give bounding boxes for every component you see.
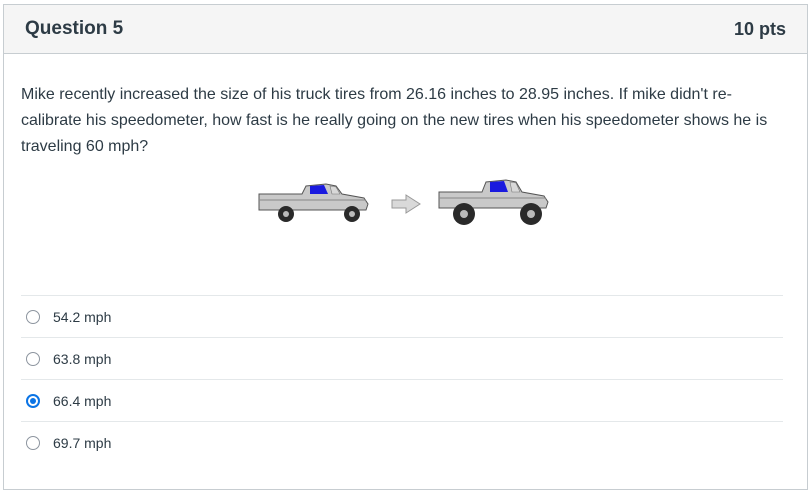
answer-label: 69.7 mph — [53, 434, 112, 451]
answer-list: 54.2 mph 63.8 mph 66.4 mph 69.7 mph — [21, 295, 783, 463]
radio-button[interactable] — [26, 393, 40, 408]
question-title: Question 5 — [25, 18, 124, 39]
answer-option[interactable]: 63.8 mph — [21, 337, 783, 379]
question-image — [258, 179, 549, 225]
arrow-right-icon — [391, 194, 421, 214]
question-text: Mike recently increased the size of his … — [21, 86, 768, 155]
answer-label: 54.2 mph — [53, 308, 112, 325]
radio-button[interactable] — [26, 309, 40, 324]
answer-option[interactable]: 69.7 mph — [21, 421, 783, 463]
lifted-truck-icon — [438, 179, 549, 225]
answer-label: 63.8 mph — [53, 350, 112, 367]
answer-label: 66.4 mph — [53, 392, 112, 409]
question-points: 10 pts — [733, 18, 786, 39]
answer-option[interactable]: 54.2 mph — [21, 295, 783, 337]
truck-icon — [258, 183, 369, 222]
question-header: Question 5 10 pts — [4, 5, 807, 54]
answer-option[interactable]: 66.4 mph — [21, 379, 783, 421]
radio-button[interactable] — [26, 435, 40, 450]
radio-button[interactable] — [26, 351, 40, 366]
